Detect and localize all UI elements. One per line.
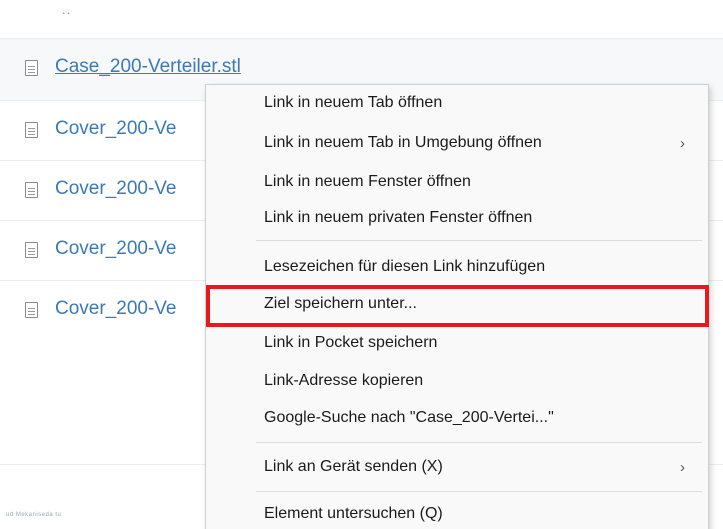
menu-separator (256, 240, 702, 241)
menu-item-label: Lesezeichen für diesen Link hinzufügen (264, 258, 546, 275)
document-icon (25, 242, 38, 258)
menu-item-label: Link an Gerät senden (X) (264, 458, 443, 475)
menu-item-open-in-new-window[interactable]: Link in neuem Fenster öffnen (264, 173, 471, 191)
file-link[interactable]: Cover_200-Ve (55, 298, 176, 320)
file-link[interactable]: Cover_200-Ve (55, 238, 176, 260)
document-icon (25, 182, 38, 198)
parent-directory-link[interactable]: .. (62, 2, 71, 17)
menu-item-search-google[interactable]: Google-Suche nach "Case_200-Vertei..." (264, 409, 554, 427)
menu-item-copy-link[interactable]: Link-Adresse kopieren (264, 372, 423, 390)
menu-item-open-in-private-window[interactable]: Link in neuem privaten Fenster öffnen (264, 209, 532, 227)
chevron-right-icon: › (680, 459, 685, 476)
menu-item-bookmark-link[interactable]: Lesezeichen für diesen Link hinzufügen (264, 258, 545, 276)
menu-item-label: Google-Suche nach "Case_200-Vertei..." (264, 409, 554, 426)
document-icon (25, 302, 38, 318)
menu-separator (256, 491, 702, 492)
document-icon (25, 122, 38, 138)
footer-text: ud Mekaniseda tu (6, 512, 62, 518)
file-link[interactable]: Cover_200-Ve (55, 178, 176, 200)
menu-item-open-in-new-tab[interactable]: Link in neuem Tab öffnen (264, 94, 442, 112)
file-link[interactable]: Case_200-Verteiler.stl (55, 56, 241, 78)
menu-item-open-in-container-tab[interactable]: Link in neuem Tab in Umgebung öffnen (264, 134, 542, 152)
menu-item-inspect-element[interactable]: Element untersuchen (Q) (264, 505, 443, 523)
menu-item-label: Link-Adresse kopieren (264, 372, 424, 389)
menu-item-label: Link in Pocket speichern (264, 334, 438, 351)
chevron-right-icon: › (680, 135, 685, 152)
menu-item-label: Link in neuem Tab in Umgebung öffnen (264, 134, 542, 151)
menu-item-label: Link in neuem Fenster öffnen (264, 173, 471, 190)
menu-item-save-to-pocket[interactable]: Link in Pocket speichern (264, 334, 437, 352)
menu-item-label: Element untersuchen (Q) (264, 505, 443, 522)
file-browser-page: .. Case_200-Verteiler.stl Cover_200-Ve C… (0, 0, 723, 529)
menu-item-label: Link in neuem Tab öffnen (264, 94, 443, 111)
document-icon (25, 60, 38, 76)
menu-item-label: Link in neuem privaten Fenster öffnen (264, 209, 533, 226)
highlight-annotation-box (206, 285, 709, 327)
file-link[interactable]: Cover_200-Ve (55, 118, 176, 140)
menu-separator (256, 442, 702, 443)
menu-item-send-link-to-device[interactable]: Link an Gerät senden (X) (264, 458, 443, 476)
